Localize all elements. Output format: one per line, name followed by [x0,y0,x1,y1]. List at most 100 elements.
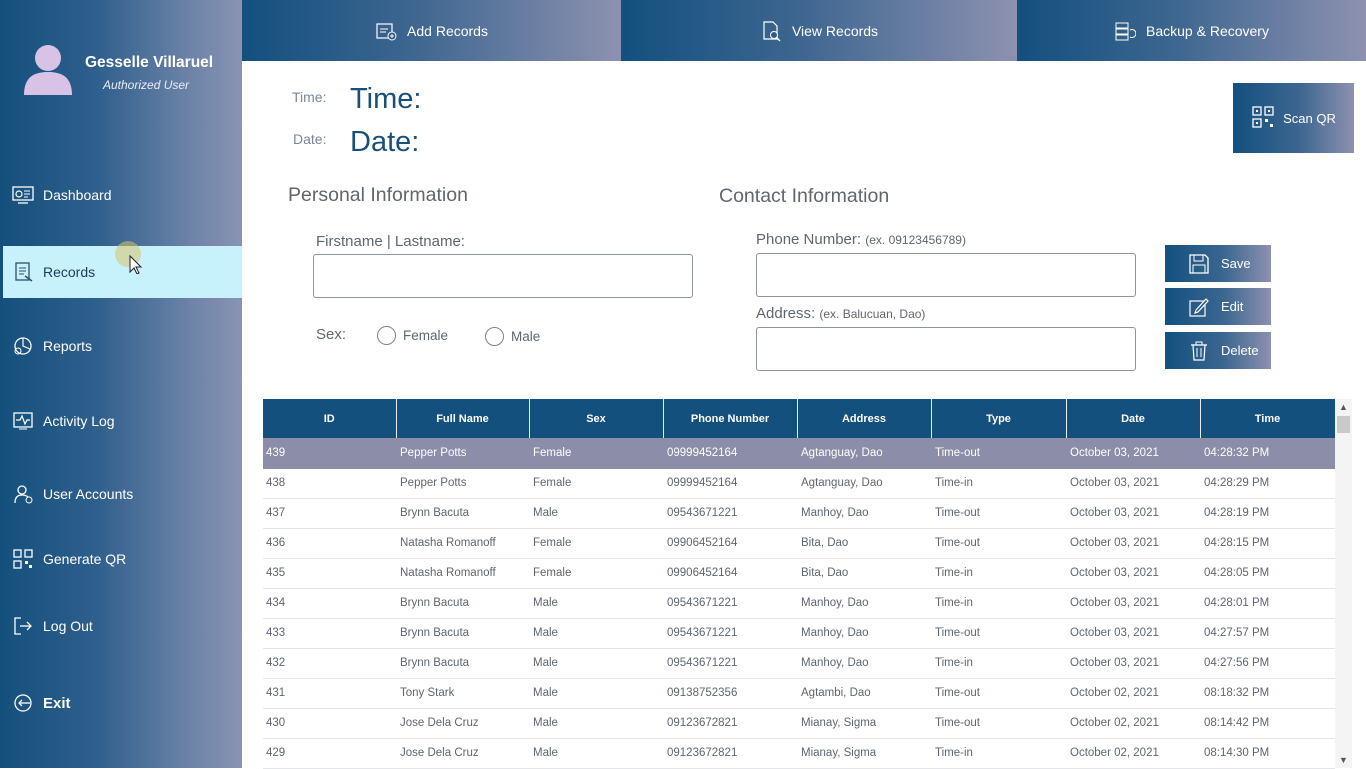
table-cell: Time-out [931,678,1066,709]
table-cell: 09999452164 [663,438,797,469]
table-cell: Female [529,468,663,499]
delete-label: Delete [1221,343,1259,358]
scroll-down-arrow-icon[interactable]: ▼ [1335,752,1352,768]
tab-view-records[interactable]: View Records [621,0,1017,61]
sex-label: Sex: [316,326,347,343]
tab-add-records[interactable]: Add Records [242,0,621,61]
edit-icon [1185,296,1213,318]
backup-icon [1114,20,1137,42]
sidebar-item-activity-log[interactable]: Activity Log [3,395,242,447]
table-cell: Agtanguay, Dao [797,468,931,499]
column-header[interactable]: Address [797,399,932,438]
table-cell: 04:27:56 PM [1200,648,1335,679]
table-cell: 433 [263,618,396,649]
phone-input[interactable] [756,253,1136,297]
female-label: Female [403,328,449,343]
sidebar-item-label: Generate QR [43,551,127,567]
sex-female-radio[interactable]: Female [377,326,448,345]
delete-button[interactable]: Delete [1165,332,1271,369]
table-scrollbar[interactable]: ▲ ▼ [1335,399,1352,768]
table-row[interactable]: 434 Brynn Bacuta Male 09543671221 Manhoy, Da… [263,588,1335,619]
table-cell: Time-in [931,468,1066,499]
table-cell: Natasha Romanoff [396,558,529,589]
table-header-row: ID Full Name Sex Phone Number Address Type Dat… [263,399,1336,438]
table-cell: October 03, 2021 [1066,558,1200,589]
table-cell: 430 [263,708,396,739]
table-cell: Brynn Bacuta [396,648,529,679]
sidebar-item-generate-qr[interactable]: Generate QR [3,533,242,585]
table-cell: October 02, 2021 [1066,678,1200,709]
table-row[interactable]: 436 Natasha Romanoff Female 09906452164 Bita… [263,528,1335,559]
table-cell: 08:18:32 PM [1200,678,1335,709]
table-cell: Time-in [931,648,1066,679]
date-label: Date: [293,131,327,147]
table-cell: 437 [263,498,396,529]
table-cell: 04:27:57 PM [1200,618,1335,649]
sidebar-item-dashboard[interactable]: Dashboard [3,169,242,221]
table-cell: Bita, Dao [797,528,931,559]
qr-code-icon [11,547,35,571]
column-header[interactable]: Type [931,399,1067,438]
table-cell: 439 [263,438,396,469]
table-cell: Manhoy, Dao [797,588,931,619]
table-row[interactable]: 435 Natasha Romanoff Female 09906452164 Bita… [263,558,1335,589]
sidebar-item-log-out[interactable]: Log Out [3,600,242,652]
user-role: Authorized User [103,78,190,92]
table-cell: Female [529,528,663,559]
records-table: ID Full Name Sex Phone Number Address Type Dat… [263,399,1336,769]
table-cell: Male [529,588,663,619]
table-cell: October 03, 2021 [1066,588,1200,619]
table-row[interactable]: 437 Brynn Bacuta Male 09543671221 Manhoy, Da… [263,498,1335,529]
tab-backup-recovery[interactable]: Backup & Recovery [1017,0,1366,61]
time-label: Time: [292,89,327,105]
table-cell: Agtanguay, Dao [797,438,931,469]
column-header[interactable]: Full Name [396,399,530,438]
address-input[interactable] [756,327,1136,371]
scroll-thumb[interactable] [1337,416,1350,433]
column-header[interactable]: Date [1066,399,1201,438]
table-cell: Manhoy, Dao [797,618,931,649]
save-button[interactable]: Save [1165,245,1271,282]
exit-icon [11,691,35,715]
table-cell: Pepper Potts [396,438,529,469]
edit-button[interactable]: Edit [1165,288,1271,325]
address-label: Address: (ex. Balucuan, Dao) [756,305,925,322]
activity-log-icon [11,409,35,433]
table-cell: Bita, Dao [797,558,931,589]
table-cell: Time-out [931,438,1066,469]
sex-male-radio[interactable]: Male [485,327,540,346]
table-row[interactable]: 433 Brynn Bacuta Male 09543671221 Manhoy, Da… [263,618,1335,649]
table-row[interactable]: 432 Brynn Bacuta Male 09543671221 Manhoy, Da… [263,648,1335,679]
save-icon [1185,253,1213,275]
name-input[interactable] [313,254,693,298]
table-row[interactable]: 431 Tony Stark Male 09138752356 Agtambi, Dao… [263,678,1335,709]
table-row[interactable]: 438 Pepper Potts Female 09999452164 Agtangua… [263,468,1335,499]
table-cell: Brynn Bacuta [396,498,529,529]
table-cell: Time-in [931,588,1066,619]
save-label: Save [1221,256,1251,271]
table-body: 439 Pepper Potts Female 09999452164 Agtangua… [263,438,1335,769]
user-accounts-icon [11,482,35,506]
edit-label: Edit [1221,299,1244,314]
sidebar-item-exit[interactable]: Exit [3,677,242,729]
table-row[interactable]: 439 Pepper Potts Female 09999452164 Agtangua… [263,438,1335,469]
add-records-icon [375,20,397,42]
name-label: Firstname | Lastname: [316,233,465,250]
sidebar-item-reports[interactable]: Reports [3,320,242,372]
sidebar-item-user-accounts[interactable]: User Accounts [3,468,242,520]
column-header[interactable]: Time [1200,399,1336,438]
tab-label: Backup & Recovery [1146,22,1269,39]
column-header[interactable]: Phone Number [663,399,798,438]
scroll-up-arrow-icon[interactable]: ▲ [1335,399,1352,415]
scan-qr-button[interactable]: Scan QR [1233,83,1354,153]
column-header[interactable]: ID [263,399,397,438]
table-row[interactable]: 430 Jose Dela Cruz Male 09123672821 Mianay, … [263,708,1335,739]
table-cell: Time-out [931,708,1066,739]
table-row[interactable]: 429 Jose Dela Cruz Male 09123672821 Mianay, … [263,738,1335,769]
sidebar-item-label: Activity Log [43,413,115,429]
trash-icon [1185,340,1213,362]
sidebar-item-label: Exit [43,694,71,712]
table-cell: October 02, 2021 [1066,738,1200,769]
radio-circle [485,327,504,346]
column-header[interactable]: Sex [529,399,664,438]
